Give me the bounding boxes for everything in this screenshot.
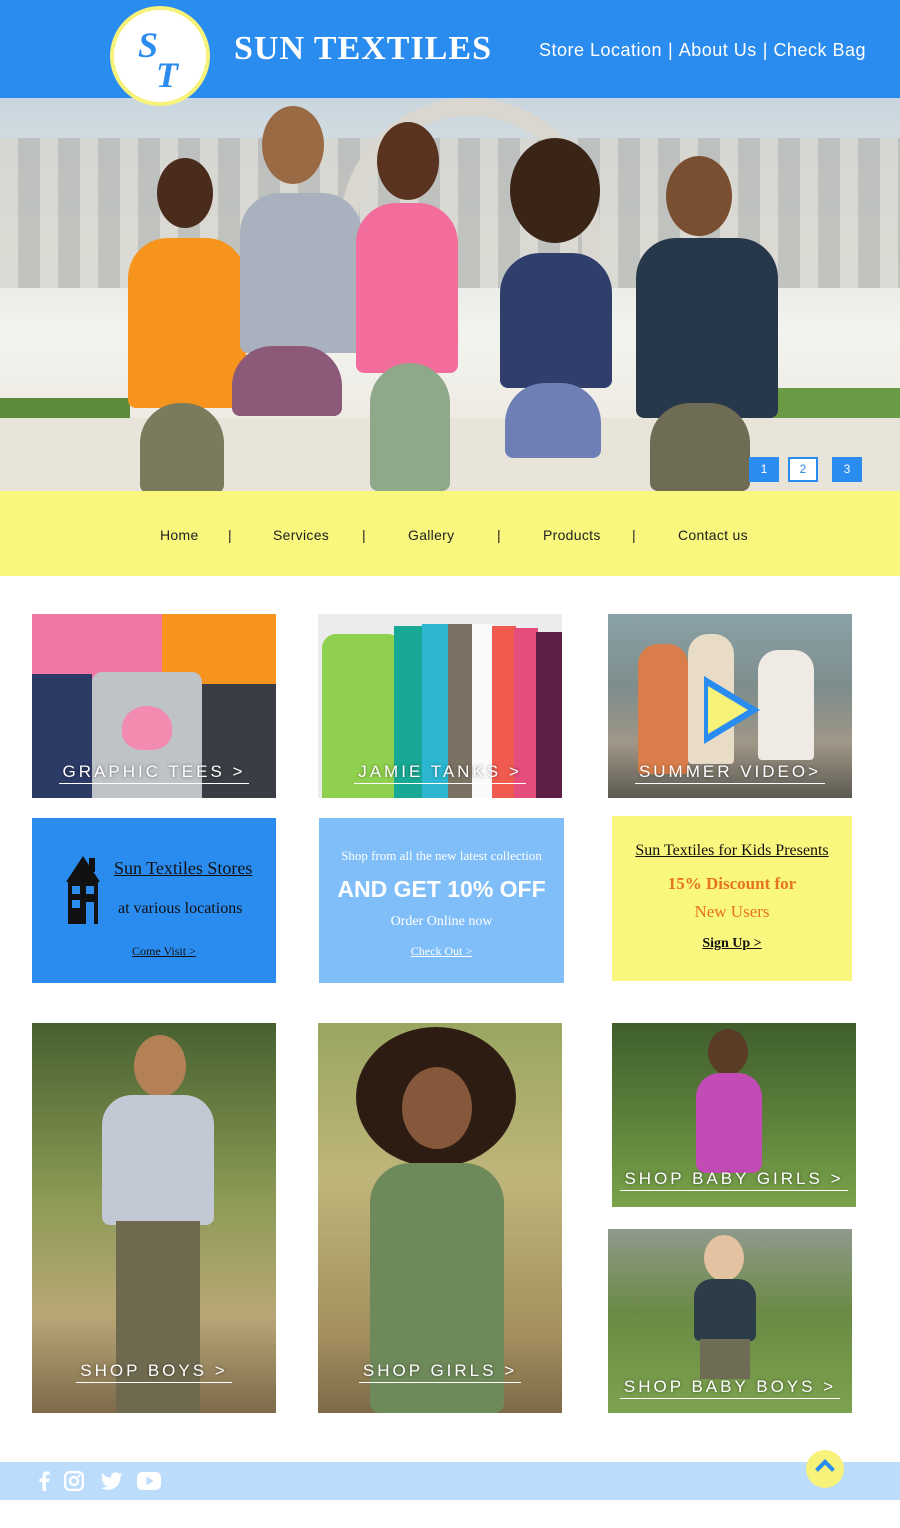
kids-offer-line1: 15% Discount for: [667, 874, 797, 893]
shop-baby-girls-tile[interactable]: SHOP BABY GIRLS >: [612, 1023, 856, 1207]
hero-child: [636, 238, 778, 418]
shop-baby-boys-tile[interactable]: SHOP BABY BOYS >: [608, 1229, 852, 1413]
hero-child: [140, 403, 224, 491]
shop-baby-boys-caption[interactable]: SHOP BABY BOYS >: [608, 1377, 852, 1399]
video-child: [638, 644, 688, 774]
baby-boy-head: [704, 1235, 744, 1281]
scroll-to-top-button[interactable]: [806, 1450, 844, 1488]
instagram-icon[interactable]: [64, 1471, 84, 1491]
jamie-tanks-tile[interactable]: JAMIE TANKS >: [318, 614, 562, 798]
chevron-up-icon: [815, 1459, 835, 1479]
nav-separator: |: [497, 527, 501, 543]
nav-contact-us[interactable]: Contact us: [678, 527, 748, 543]
hero-child: [128, 238, 246, 408]
nav-separator: |: [228, 527, 232, 543]
boy-pants: [116, 1221, 200, 1413]
hero-child: [505, 383, 601, 458]
stores-promo[interactable]: Sun Textiles Stores at various locations…: [32, 818, 276, 983]
nav-separator: |: [632, 527, 636, 543]
sale-promo[interactable]: Shop from all the new latest collection …: [319, 818, 564, 983]
slide-dot-2[interactable]: 2: [788, 457, 818, 482]
main-nav: Home | Services | Gallery | Products | C…: [0, 491, 900, 576]
hero-child: [240, 193, 362, 353]
stores-title: Sun Textiles Stores: [114, 858, 253, 878]
play-icon-inner: [708, 686, 748, 734]
sign-up-link[interactable]: Sign Up >: [612, 936, 852, 952]
youtube-icon[interactable]: [137, 1472, 161, 1490]
shop-boys-tile[interactable]: SHOP BOYS >: [32, 1023, 276, 1413]
store-location-link[interactable]: Store Location: [539, 40, 662, 61]
jamie-tanks-caption[interactable]: JAMIE TANKS >: [318, 762, 562, 784]
about-us-link[interactable]: About Us: [679, 40, 757, 61]
stores-subtitle: at various locations: [118, 900, 243, 917]
top-nav-separator: |: [762, 40, 768, 60]
baby-boy-shirt: [694, 1279, 756, 1341]
kids-offer-line2: New Users: [694, 902, 770, 921]
site-logo[interactable]: S T: [110, 6, 210, 106]
hero-child-head: [510, 138, 600, 243]
sale-headline: AND GET 10% OFF: [337, 876, 546, 902]
kids-title: Sun Textiles for Kids Presents: [635, 842, 829, 859]
video-child: [758, 650, 814, 760]
baby-girl-head: [708, 1029, 748, 1075]
hero-child-head: [157, 158, 213, 228]
hero-child: [500, 253, 612, 388]
baby-girl-dress: [696, 1073, 762, 1173]
logo-letter-t: T: [156, 55, 178, 95]
nav-products[interactable]: Products: [543, 527, 601, 543]
girl-face: [402, 1067, 472, 1149]
graphic-tees-tile[interactable]: GRAPHIC TEES >: [32, 614, 276, 798]
hero-child: [370, 363, 450, 491]
baby-boy-pants: [700, 1339, 750, 1379]
slide-dot-1[interactable]: 1: [749, 457, 779, 482]
site-footer: [0, 1462, 900, 1500]
tee-heart: [122, 706, 172, 750]
shop-girls-caption[interactable]: SHOP GIRLS >: [318, 1361, 562, 1383]
sale-line2: Order Online now: [390, 914, 493, 929]
nav-gallery[interactable]: Gallery: [408, 527, 454, 543]
shop-boys-caption[interactable]: SHOP BOYS >: [32, 1361, 276, 1383]
hero-child: [650, 403, 750, 491]
summer-video-tile[interactable]: SUMMER VIDEO>: [608, 614, 852, 798]
nav-services[interactable]: Services: [273, 527, 329, 543]
come-visit-link[interactable]: Come Visit >: [132, 944, 196, 959]
shop-baby-girls-caption[interactable]: SHOP BABY GIRLS >: [612, 1169, 856, 1191]
check-bag-link[interactable]: Check Bag: [773, 40, 866, 61]
nav-separator: |: [362, 527, 366, 543]
slide-dot-3[interactable]: 3: [832, 457, 862, 482]
house-icon: [66, 856, 100, 924]
twitter-icon[interactable]: [101, 1472, 123, 1490]
graphic-tees-caption[interactable]: GRAPHIC TEES >: [32, 762, 276, 784]
nav-home[interactable]: Home: [160, 527, 199, 543]
kids-signup-promo[interactable]: Sun Textiles for Kids Presents 15% Disco…: [612, 816, 852, 981]
check-out-link[interactable]: Check Out >: [319, 944, 564, 959]
hero-banner[interactable]: [0, 98, 900, 491]
facebook-icon[interactable]: [38, 1471, 50, 1491]
shop-girls-tile[interactable]: SHOP GIRLS >: [318, 1023, 562, 1413]
top-nav-separator: |: [668, 40, 673, 60]
brand-name[interactable]: SUN TEXTILES: [234, 30, 492, 68]
summer-video-caption[interactable]: SUMMER VIDEO>: [608, 762, 852, 784]
hero-child-head: [377, 122, 439, 200]
hero-child: [356, 203, 458, 373]
top-nav: Store Location | About Us | Check Bag: [539, 40, 866, 61]
boy-shirt: [102, 1095, 214, 1225]
sale-line1: Shop from all the new latest collection: [341, 848, 542, 863]
hero-child-head: [262, 106, 324, 184]
boy-head: [134, 1035, 186, 1097]
hero-child: [232, 346, 342, 416]
hero-child-head: [666, 156, 732, 236]
